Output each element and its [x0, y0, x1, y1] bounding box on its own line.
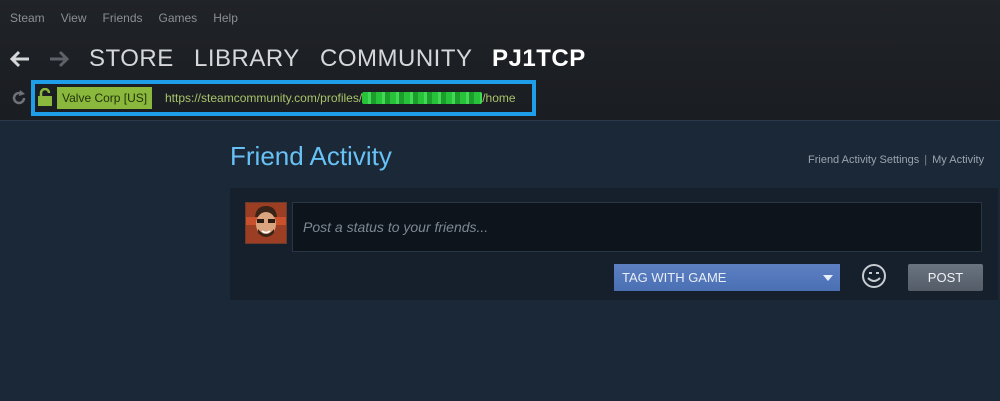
- reload-icon[interactable]: [10, 89, 28, 107]
- tag-with-game-label: TAG WITH GAME: [622, 270, 727, 285]
- nav-tab-store[interactable]: STORE: [89, 44, 174, 74]
- nav-tab-community[interactable]: COMMUNITY: [320, 44, 472, 74]
- menu-item-steam[interactable]: Steam: [10, 10, 45, 26]
- chevron-down-icon: [823, 275, 833, 281]
- redacted-profile-id: [362, 92, 483, 104]
- my-activity-link[interactable]: My Activity: [932, 154, 984, 166]
- certificate-badge[interactable]: Valve Corp [US]: [57, 87, 153, 109]
- back-arrow-icon[interactable]: [9, 48, 31, 70]
- url-prefix: https://steamcommunity.com/profiles/: [165, 91, 363, 105]
- lock-icon: [38, 88, 52, 106]
- menu-bar: Steam View Friends Games Help: [10, 10, 238, 26]
- emoticon-icon[interactable]: [860, 262, 888, 290]
- address-url[interactable]: https://steamcommunity.com/profiles/ /hom…: [165, 87, 516, 109]
- menu-item-view[interactable]: View: [61, 10, 87, 26]
- activity-links: Friend Activity Settings | My Activity: [808, 153, 984, 167]
- menu-item-help[interactable]: Help: [213, 10, 238, 26]
- friend-activity-settings-link[interactable]: Friend Activity Settings: [808, 154, 919, 166]
- post-button[interactable]: POST: [908, 264, 983, 291]
- forward-arrow-icon[interactable]: [48, 48, 70, 70]
- menu-item-friends[interactable]: Friends: [102, 10, 142, 26]
- avatar[interactable]: [245, 202, 287, 244]
- avatar-face-icon: [246, 203, 286, 243]
- menu-item-games[interactable]: Games: [159, 10, 198, 26]
- browser-header: Steam View Friends Games Help STORE LIBR…: [0, 0, 1000, 121]
- tag-with-game-dropdown[interactable]: TAG WITH GAME: [614, 264, 840, 291]
- status-input[interactable]: [292, 202, 982, 252]
- url-suffix: /home: [482, 91, 516, 105]
- link-separator: |: [924, 154, 928, 166]
- nav-tab-username[interactable]: PJ1TCP: [492, 44, 586, 74]
- page-title: Friend Activity: [230, 141, 392, 171]
- nav-tab-library[interactable]: LIBRARY: [194, 44, 300, 74]
